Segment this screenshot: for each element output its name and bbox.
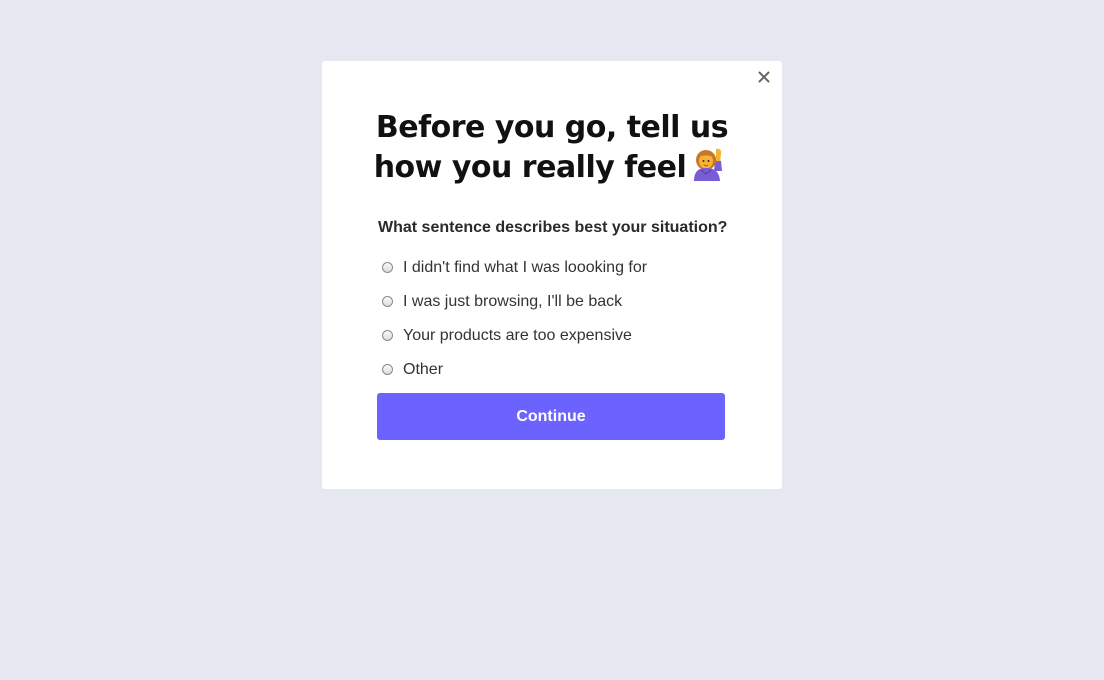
exit-survey-modal: Before you go, tell us how you really fe… [322, 61, 782, 489]
option-label: Other [403, 361, 444, 378]
option-label: I didn't find what I was loooking for [403, 259, 648, 276]
option-too-expensive[interactable]: Your products are too expensive [382, 319, 742, 353]
option-just-browsing[interactable]: I was just browsing, I'll be back [382, 285, 742, 319]
survey-options: I didn't find what I was loooking for I … [382, 251, 742, 387]
title-line-1: Before you go, tell us [375, 110, 729, 145]
title-line-2: how you really feel [373, 150, 687, 185]
option-other[interactable]: Other [382, 353, 742, 387]
title-line-2-wrap: how you really feel [322, 147, 782, 193]
survey-question: What sentence describes best your situat… [378, 219, 728, 236]
radio-button[interactable] [382, 329, 393, 341]
radio-button[interactable] [382, 261, 393, 273]
modal-title: Before you go, tell us how you really fe… [322, 109, 782, 193]
close-button[interactable] [754, 67, 774, 87]
option-not-found[interactable]: I didn't find what I was loooking for [382, 251, 742, 285]
person-raising-hand-icon [692, 147, 730, 193]
option-label: I was just browsing, I'll be back [403, 293, 623, 310]
radio-button[interactable] [382, 363, 393, 375]
close-icon [758, 71, 770, 83]
option-label: Your products are too expensive [403, 327, 632, 344]
radio-button[interactable] [382, 295, 393, 307]
continue-button[interactable]: Continue [377, 393, 725, 440]
